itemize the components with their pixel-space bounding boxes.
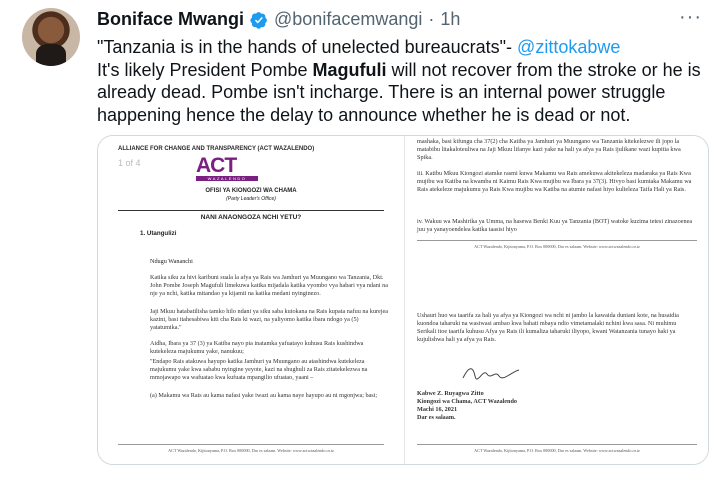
greeting: Ndugu Wananchi — [150, 258, 193, 265]
paragraph-2: Jaji Mkuu hatabatilisha tamko hilo ndani… — [150, 308, 388, 331]
author-name[interactable]: Boniface Mwangi — [97, 9, 244, 30]
right-paragraph-3: iv. Wakuu wa Mashirika ya Umma, na hasew… — [417, 218, 693, 233]
tweet-header: Boniface Mwangi @bonifacemwangi · 1h — [97, 9, 460, 30]
document-place: Dar es salaam. — [417, 414, 456, 421]
paragraph-4: "Endapo Rais atakuwa hayupo katika Jamhu… — [150, 358, 368, 381]
paragraph-5: (a) Makamu wa Rais au kama nafasi yake i… — [150, 392, 378, 399]
footer-divider — [118, 444, 384, 445]
document-page-2[interactable]: mashaka, basi kifungu cha 37(2) cha Kati… — [404, 136, 708, 464]
party-header: ALLIANCE FOR CHANGE AND TRANSPARENCY (AC… — [118, 146, 315, 152]
document-title: NANI ANAONGOZA NCHI YETU? — [118, 210, 384, 221]
right-paragraph-2: iii. Katibu Mkuu Kiongozi atamke rasmi k… — [417, 170, 692, 193]
body-text-start: It's likely President Pombe — [97, 59, 313, 80]
office-title: OFISI YA KIONGOZI WA CHAMA — [205, 188, 297, 194]
tweet: Boniface Mwangi @bonifacemwangi · 1h ···… — [0, 0, 720, 480]
office-subtitle: (Party Leader's Office) — [226, 196, 276, 202]
signatory-title: Kiongozi wa Chama, ACT Wazalendo — [417, 398, 517, 405]
lower-page-footer: ACT Wazalendo, Kijitonyama, P.O. Box 000… — [474, 448, 640, 453]
right-paragraph-1: mashaka, basi kifungu cha 37(2) cha Kati… — [417, 138, 681, 161]
logo-text: ACT — [196, 154, 237, 177]
more-options-icon[interactable]: ··· — [679, 6, 702, 29]
act-logo: ACT WAZALENDO — [196, 154, 258, 182]
upper-page-footer: ACT Wazalendo, Kijitonyama, P.O. Box 000… — [474, 244, 640, 249]
separator: · — [428, 9, 435, 29]
signature — [462, 368, 520, 380]
section-heading: 1. Utangulizi — [140, 230, 177, 237]
body-text-bold: Magufuli — [312, 59, 387, 80]
paragraph-1: Katika siku za hivi karibuni suala la af… — [150, 274, 388, 297]
timestamp[interactable]: 1h — [440, 9, 460, 30]
upper-footer-divider — [417, 240, 697, 241]
document-date: Machi 16, 2021 — [417, 406, 458, 413]
author-handle[interactable]: @bonifacemwangi — [274, 9, 422, 30]
verified-badge-icon — [250, 11, 267, 29]
page-indicator: 1 of 4 — [118, 158, 141, 168]
attached-images[interactable]: ALLIANCE FOR CHANGE AND TRANSPARENCY (AC… — [97, 135, 709, 465]
right-paragraph-4: Ushauri huo wa taarifa za hali ya afya y… — [417, 312, 679, 343]
quote-text: "Tanzania is in the hands of unelected b… — [97, 37, 518, 57]
tweet-text: "Tanzania is in the hands of unelected b… — [97, 36, 707, 126]
document-page-1[interactable]: ALLIANCE FOR CHANGE AND TRANSPARENCY (AC… — [98, 136, 404, 464]
lower-footer-divider — [417, 444, 697, 445]
avatar[interactable] — [22, 8, 80, 66]
signatory-name: Kabwe Z. Ruyagwa Zitto — [417, 390, 484, 397]
page-footer: ACT Wazalendo, Kijitonyama, P.O. Box 000… — [168, 448, 334, 453]
mention-link[interactable]: @zittokabwe — [517, 37, 620, 57]
paragraph-3: Aidha, Ibara ya 37 (3) ya Katiba nayo pi… — [150, 340, 364, 355]
